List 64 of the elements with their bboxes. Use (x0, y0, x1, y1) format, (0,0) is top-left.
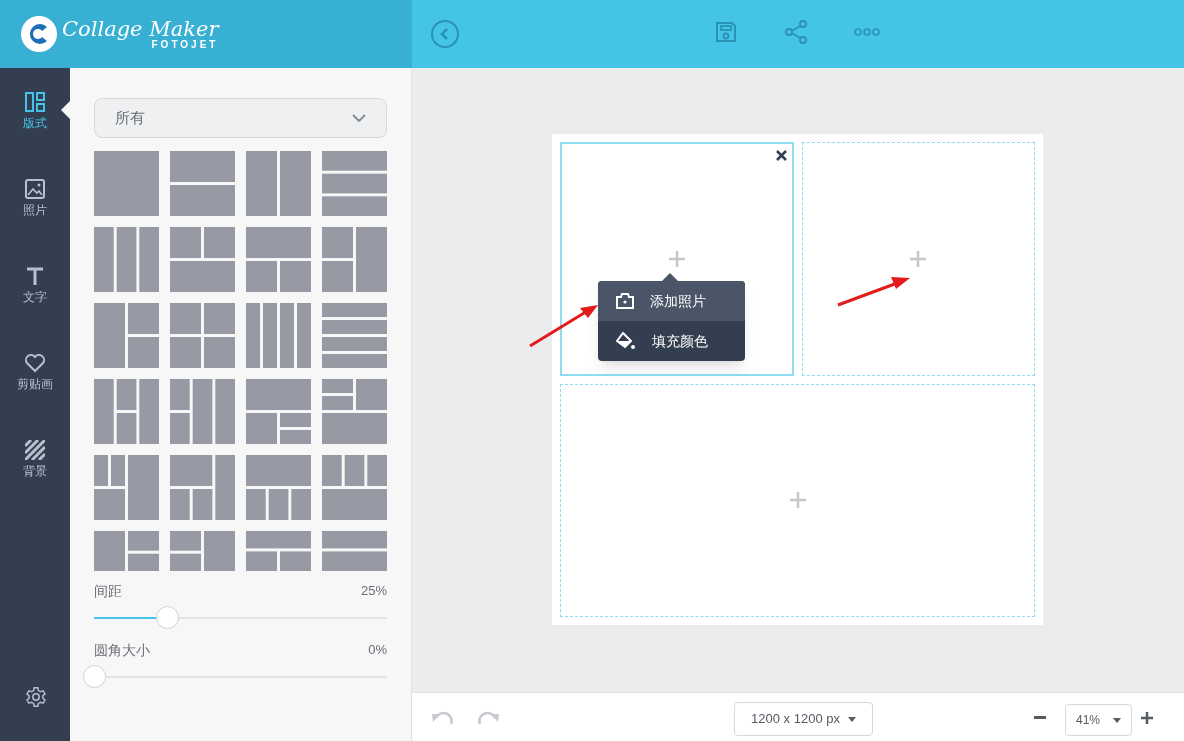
undo-icon[interactable] (431, 711, 453, 725)
slider-value: 25% (360, 582, 387, 600)
redo-icon[interactable] (478, 711, 500, 725)
layout-thumbnail[interactable] (246, 455, 311, 520)
canvas-size-dropdown[interactable]: 1200 x 1200 px (734, 702, 873, 736)
text-icon (25, 265, 45, 286)
slider-value: 0% (368, 641, 387, 659)
plus-icon (910, 250, 927, 267)
annotation-arrow (529, 305, 598, 348)
plus-icon (789, 492, 806, 509)
more-icon[interactable] (854, 26, 880, 38)
layout-thumbnail[interactable] (170, 303, 235, 368)
settings-icon[interactable] (25, 686, 47, 708)
layout-thumbnail[interactable] (322, 303, 387, 368)
image-icon (25, 178, 45, 199)
layout-thumbnail[interactable] (170, 151, 235, 216)
nav-item[interactable]: 照片 (23, 200, 47, 219)
slider-label: 圆角大小 (94, 641, 150, 660)
nav-item[interactable]: 剪贴画 (17, 374, 53, 393)
camera-icon (616, 293, 634, 309)
layout-filter-dropdown[interactable]: 所有 (94, 98, 387, 138)
layout-icon (25, 91, 45, 112)
zoom-in-icon[interactable] (1141, 712, 1153, 724)
caret-icon (1113, 717, 1121, 723)
logo-subtitle: FOTOJET (151, 39, 219, 50)
menu-pointer (662, 273, 678, 281)
heart-icon (24, 352, 46, 373)
layout-thumbnail[interactable] (246, 303, 311, 368)
layout-thumbnail[interactable] (94, 227, 159, 292)
layout-thumbnail[interactable] (246, 227, 311, 292)
layout-thumbnail[interactable] (170, 227, 235, 292)
layout-thumbnail[interactable] (246, 379, 311, 444)
menu-item[interactable]: 添加照片 (598, 281, 745, 321)
layout-thumbnail[interactable] (246, 151, 311, 216)
layout-thumbnail[interactable] (94, 455, 159, 520)
back-icon[interactable] (430, 19, 460, 49)
close-icon[interactable] (775, 150, 787, 161)
save-icon[interactable] (715, 21, 737, 43)
layout-thumbnail[interactable] (322, 227, 387, 292)
share-icon[interactable] (784, 20, 808, 44)
layout-thumbnail[interactable] (94, 303, 159, 368)
photo-slot[interactable]: 添加照片 填充颜色 (560, 142, 794, 376)
layout-thumbnail[interactable] (94, 379, 159, 444)
layout-thumbnail[interactable] (170, 455, 235, 520)
slider-thumb[interactable] (156, 606, 180, 629)
layout-thumbnail[interactable] (94, 151, 159, 216)
zoom-dropdown[interactable]: 41% (1065, 704, 1132, 736)
layout-thumbnail[interactable] (322, 379, 387, 444)
paint-bucket-icon (616, 332, 636, 350)
menu-item[interactable]: 填充颜色 (598, 321, 745, 361)
plus-icon (668, 250, 685, 267)
layout-thumbnail[interactable] (170, 379, 235, 444)
slider-label: 间距 (94, 582, 122, 601)
nav-item[interactable]: 文字 (23, 287, 47, 306)
stripes-icon (25, 439, 45, 460)
logo-title: Collage Maker (62, 18, 219, 40)
slider-thumb[interactable] (83, 665, 106, 688)
chevron-down-icon (352, 114, 366, 122)
layout-thumbnail[interactable] (322, 151, 387, 216)
caret-icon (847, 716, 856, 722)
logo-icon (20, 15, 58, 53)
nav-item[interactable]: 版式 (23, 113, 47, 132)
layout-thumbnail[interactable] (322, 455, 387, 520)
nav-item[interactable]: 背景 (23, 461, 47, 480)
